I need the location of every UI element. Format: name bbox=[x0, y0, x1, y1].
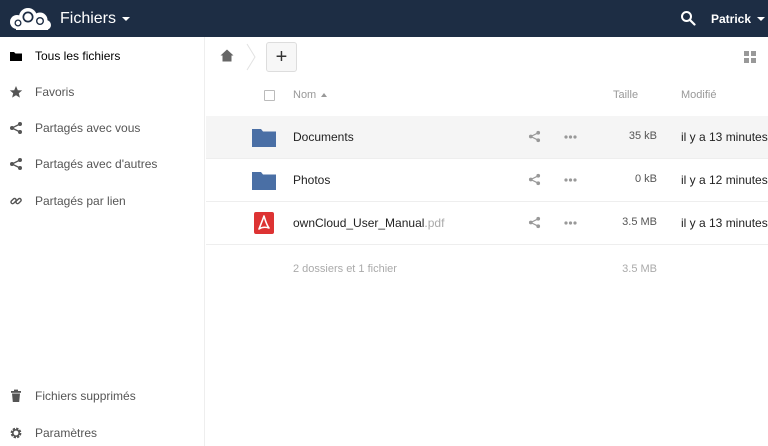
sidebar-item-label: Partagés par lien bbox=[35, 194, 126, 208]
file-name[interactable]: Documents bbox=[293, 130, 354, 144]
sidebar-item-shared-with-you[interactable]: Partagés avec vous bbox=[0, 110, 205, 146]
table-row[interactable]: ownCloud_User_Manual.pdf 3.5 MB il y a 1… bbox=[206, 202, 768, 245]
more-actions-icon[interactable] bbox=[564, 221, 577, 225]
folder-icon bbox=[252, 172, 276, 190]
sidebar-item-label: Partagés avec d'autres bbox=[35, 157, 158, 171]
grid-view-icon[interactable] bbox=[744, 51, 756, 63]
star-icon bbox=[9, 86, 23, 98]
summary-count: 2 dossiers et 1 fichier bbox=[293, 263, 397, 275]
file-size: 3.5 MB bbox=[622, 216, 657, 228]
table-row[interactable]: Photos 0 kB il y a 12 minutes bbox=[206, 159, 768, 202]
folder-icon bbox=[252, 129, 276, 147]
sidebar-item-shared-by-link[interactable]: Partagés par lien bbox=[0, 183, 205, 219]
column-header-name[interactable]: Nom bbox=[293, 89, 328, 101]
file-summary: 2 dossiers et 1 fichier 3.5 MB bbox=[206, 258, 768, 282]
more-actions-icon[interactable] bbox=[564, 135, 577, 139]
sidebar-item-shared-with-others[interactable]: Partagés avec d'autres bbox=[0, 146, 205, 182]
gear-icon bbox=[10, 427, 22, 439]
controls-bar: + bbox=[206, 37, 768, 77]
sidebar-item-label: Tous les fichiers bbox=[35, 49, 121, 63]
caret-down-icon bbox=[757, 16, 766, 21]
pdf-file-icon bbox=[254, 212, 274, 234]
sidebar-item-label: Partagés avec vous bbox=[35, 121, 141, 135]
file-table-header: Nom Taille Modifié bbox=[206, 78, 768, 114]
sidebar-item-favorites[interactable]: Favoris bbox=[0, 74, 205, 110]
breadcrumb-separator-icon bbox=[246, 43, 256, 71]
sidebar-item-label: Paramètres bbox=[35, 426, 98, 440]
sidebar-item-deleted-files[interactable]: Fichiers supprimés bbox=[0, 378, 205, 414]
sidebar-item-settings[interactable]: Paramètres bbox=[0, 415, 205, 446]
search-icon[interactable] bbox=[680, 10, 696, 26]
file-size: 0 kB bbox=[634, 173, 657, 185]
link-icon bbox=[10, 197, 22, 205]
file-modified: il y a 12 minutes bbox=[681, 173, 768, 187]
file-name[interactable]: Photos bbox=[293, 173, 330, 187]
caret-down-icon bbox=[122, 16, 131, 21]
column-header-size[interactable]: Taille bbox=[613, 89, 638, 101]
column-header-modified[interactable]: Modifié bbox=[681, 89, 716, 101]
folder-icon bbox=[10, 52, 22, 61]
new-button[interactable]: + bbox=[266, 42, 297, 72]
owncloud-logo-icon[interactable] bbox=[8, 6, 52, 32]
sort-asc-icon bbox=[321, 93, 328, 98]
file-size: 35 kB bbox=[628, 130, 657, 142]
home-icon[interactable] bbox=[220, 49, 234, 62]
app-menu-button[interactable]: Fichiers bbox=[60, 0, 131, 37]
sidebar-item-all-files[interactable]: Tous les fichiers bbox=[0, 38, 205, 74]
summary-total-size: 3.5 MB bbox=[622, 263, 657, 275]
sidebar-item-label: Favoris bbox=[35, 85, 75, 99]
file-name[interactable]: ownCloud_User_Manual.pdf bbox=[293, 216, 444, 230]
sidebar: Tous les fichiers Favoris Partagés avec … bbox=[0, 37, 205, 446]
file-modified: il y a 13 minutes bbox=[681, 216, 768, 230]
share-icon bbox=[10, 122, 22, 134]
share-icon bbox=[10, 158, 22, 170]
user-name: Patrick bbox=[711, 11, 752, 26]
more-actions-icon[interactable] bbox=[564, 178, 577, 182]
share-icon[interactable] bbox=[528, 130, 541, 143]
trash-icon bbox=[11, 389, 21, 402]
user-menu-button[interactable]: Patrick bbox=[711, 0, 766, 37]
file-modified: il y a 13 minutes bbox=[681, 130, 768, 144]
sidebar-item-label: Fichiers supprimés bbox=[35, 389, 136, 403]
share-icon[interactable] bbox=[528, 173, 541, 186]
table-row[interactable]: Documents 35 kB il y a 13 minutes bbox=[206, 116, 768, 159]
share-icon[interactable] bbox=[528, 216, 541, 229]
select-all-checkbox[interactable] bbox=[264, 90, 275, 101]
app-title: Fichiers bbox=[60, 9, 117, 27]
top-header: Fichiers Patrick bbox=[0, 0, 768, 37]
